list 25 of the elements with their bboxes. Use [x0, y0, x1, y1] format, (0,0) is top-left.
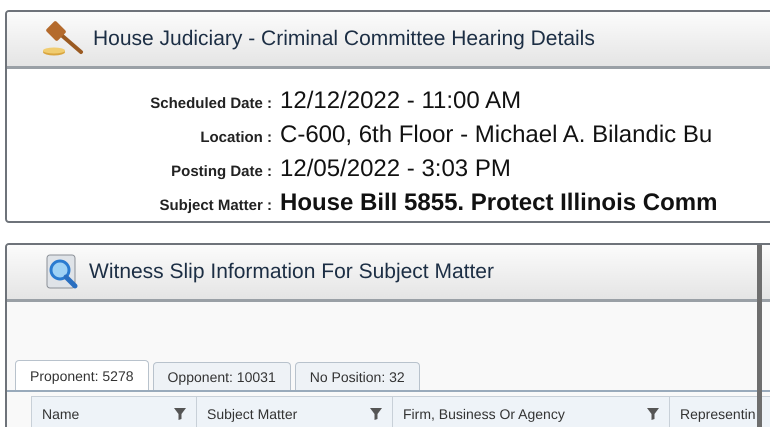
field-value: 12/12/2022 - 11:00 AM — [279, 87, 522, 115]
field-label: Posting Date : — [170, 163, 272, 180]
tab[interactable]: Proponent: 5278 — [15, 360, 149, 390]
panel-title: Witness Slip Information For Subject Matter — [89, 260, 494, 284]
filter-icon[interactable] — [174, 408, 186, 420]
column-header[interactable]: Name — [32, 397, 197, 427]
panel-title: House Judiciary - Criminal Committee Hearing Details — [93, 27, 595, 51]
tab[interactable]: Opponent: 10031 — [152, 362, 291, 390]
tab[interactable]: No Position: 32 — [294, 362, 420, 390]
column-label: Subject Matter — [207, 406, 298, 422]
column-label: Name — [42, 406, 80, 422]
filter-icon[interactable] — [647, 408, 659, 420]
field-value: House Bill 5855. Protect Illinois Comm — [279, 189, 718, 217]
filter-icon[interactable] — [370, 408, 382, 420]
field-value: 12/05/2022 - 3:03 PM — [279, 155, 511, 183]
column-header[interactable]: Subject Matter — [197, 397, 393, 427]
field-label: Location : — [199, 129, 272, 146]
gavel-icon — [41, 21, 85, 57]
column-header[interactable]: Firm, Business Or Agency — [393, 397, 670, 427]
column-label: Representin — [680, 406, 756, 422]
field-label: Subject Matter : — [158, 197, 272, 214]
field-value: C-600, 6th Floor - Michael A. Bilandic Bu — [279, 121, 712, 149]
field-label: Scheduled Date : — [149, 95, 272, 112]
column-label: Firm, Business Or Agency — [403, 406, 565, 422]
scroll-bar[interactable] — [757, 245, 762, 427]
